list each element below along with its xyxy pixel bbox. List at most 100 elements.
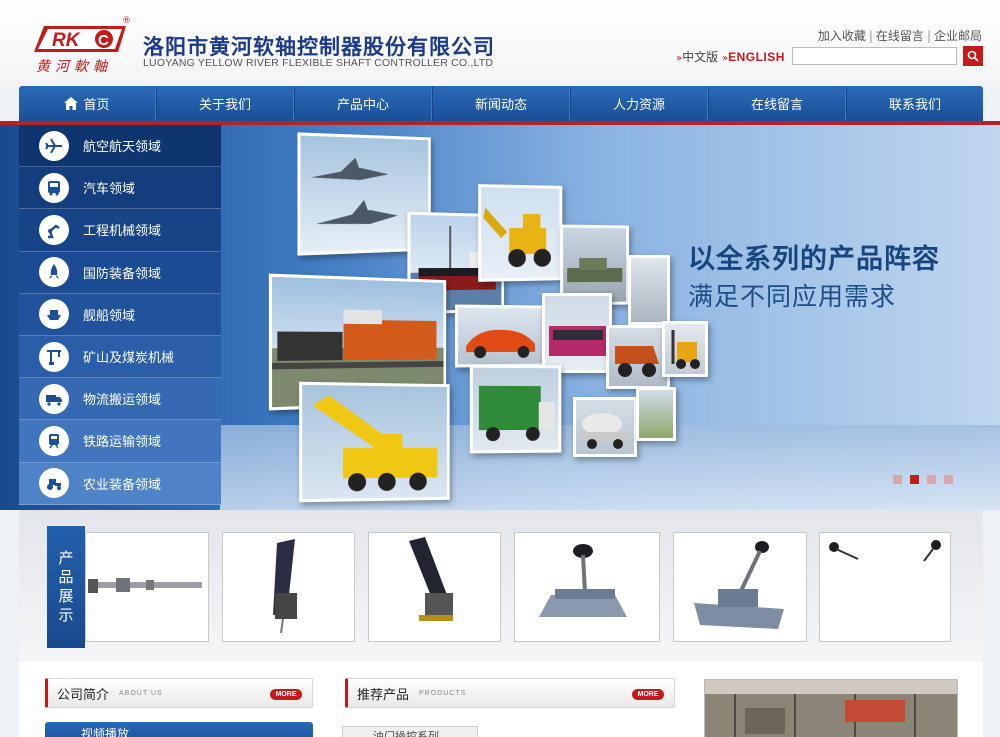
product-image bbox=[273, 539, 297, 634]
product-card-shaft[interactable] bbox=[85, 532, 209, 642]
product-card-gear-lever[interactable] bbox=[514, 532, 660, 642]
truck-icon bbox=[39, 383, 69, 414]
sidebar-item-railway[interactable]: 铁路运输领域 bbox=[19, 420, 221, 463]
product-card-pedal[interactable] bbox=[222, 532, 355, 642]
sidebar-item-aerospace[interactable]: 航空航天领域 bbox=[19, 125, 221, 168]
about-subtitle: ABOUT US bbox=[119, 689, 163, 697]
slide-dot[interactable] bbox=[927, 475, 936, 484]
search-input[interactable] bbox=[792, 47, 957, 65]
military-vehicle-photo bbox=[628, 255, 670, 325]
truck-photo bbox=[469, 364, 562, 454]
search-icon bbox=[967, 50, 979, 62]
tab-char: 品 bbox=[58, 568, 74, 586]
sidebar-item-label: 矿山及煤炭机械 bbox=[83, 351, 175, 367]
online-message-link[interactable]: 在线留言 bbox=[876, 29, 924, 43]
rocket-icon bbox=[39, 257, 69, 288]
nav-message[interactable]: 在线留言 bbox=[708, 86, 846, 121]
sidebar-item-label: 工程机械领域 bbox=[83, 224, 162, 240]
ship-icon bbox=[39, 299, 69, 330]
banner-slogan-line1: 以全系列的产品阵容 bbox=[688, 244, 940, 275]
site-header: RK C 黄河軟軸 ® 洛阳市黄河软轴控制器股份有限公司 LUOYANG YEL… bbox=[0, 0, 1000, 86]
search-button[interactable] bbox=[963, 46, 983, 66]
sidebar-item-label: 汽车领域 bbox=[83, 182, 136, 198]
slide-dot[interactable] bbox=[944, 475, 953, 484]
sidebar-item-mining[interactable]: 矿山及煤炭机械 bbox=[19, 335, 221, 379]
sidebar-item-ships[interactable]: 舰船领域 bbox=[19, 293, 221, 336]
about-title: 公司简介 bbox=[57, 687, 110, 703]
language-switch: »中文版 »ENGLISH bbox=[676, 50, 785, 64]
tab-char: 示 bbox=[58, 606, 74, 624]
sidebar-item-engineering[interactable]: 工程机械领域 bbox=[19, 209, 221, 252]
sidebar-item-label: 农业装备领域 bbox=[83, 477, 162, 493]
main-nav: 首页 关于我们 产品中心 新闻动态 人力资源 在线留言 联系我们 bbox=[19, 86, 983, 121]
recommend-title: 推荐产品 bbox=[357, 687, 410, 703]
product-image bbox=[88, 578, 202, 593]
nav-label: 首页 bbox=[83, 98, 110, 113]
slide-dot[interactable] bbox=[893, 475, 902, 484]
tractor-icon bbox=[39, 468, 69, 499]
sidebar-item-label: 铁路运输领域 bbox=[83, 435, 162, 451]
nav-hr[interactable]: 人力资源 bbox=[570, 86, 708, 121]
top-links: 加入收藏 | 在线留言 | 企业邮局 bbox=[817, 29, 982, 43]
nav-news[interactable]: 新闻动态 bbox=[432, 86, 570, 121]
svg-text:RK: RK bbox=[52, 30, 81, 51]
nav-about[interactable]: 关于我们 bbox=[156, 86, 294, 121]
rk-logo-mark: RK C bbox=[34, 26, 126, 52]
sidebar-item-label: 物流搬运领域 bbox=[83, 393, 162, 409]
recommend-section-header: 推荐产品 PRODUCTS MORE bbox=[345, 678, 675, 708]
mixer-truck-photo bbox=[573, 397, 637, 457]
slide-indicators bbox=[893, 475, 953, 484]
svg-text:C: C bbox=[98, 32, 109, 49]
home-icon bbox=[64, 97, 79, 110]
nav-home[interactable]: 首页 bbox=[19, 86, 156, 121]
recommend-more-button[interactable]: MORE bbox=[632, 689, 664, 700]
bus-photo bbox=[542, 293, 612, 373]
slide-dot-active[interactable] bbox=[910, 475, 919, 484]
sidebar-item-automotive[interactable]: 汽车领域 bbox=[19, 167, 221, 210]
nav-contact[interactable]: 联系我们 bbox=[846, 86, 983, 121]
company-logo[interactable]: RK C 黄河軟軸 bbox=[30, 18, 134, 75]
product-image bbox=[829, 540, 941, 562]
lang-en-link[interactable]: ENGLISH bbox=[728, 50, 785, 64]
lang-cn-link[interactable]: 中文版 bbox=[682, 50, 718, 64]
sidebar-item-logistics[interactable]: 物流搬运领域 bbox=[19, 378, 221, 421]
train-icon bbox=[39, 425, 69, 456]
product-showcase: 产 品 展 示 bbox=[19, 510, 983, 662]
company-mail-link[interactable]: 企业邮局 bbox=[934, 29, 982, 43]
product-image bbox=[409, 537, 453, 621]
recommend-subtitle: PRODUCTS bbox=[419, 689, 467, 697]
sidebar-item-label: 航空航天领域 bbox=[83, 140, 162, 156]
product-image bbox=[694, 541, 784, 629]
add-favorite-link[interactable]: 加入收藏 bbox=[818, 29, 866, 43]
video-section-header: 视频播放 bbox=[45, 722, 313, 737]
banner-slogan-line2: 满足不同应用需求 bbox=[688, 282, 897, 311]
factory-photo[interactable] bbox=[704, 679, 958, 737]
product-card-cable-ends[interactable] bbox=[819, 532, 951, 642]
product-card-throttle-lever[interactable] bbox=[673, 532, 807, 642]
forklift-photo bbox=[662, 321, 708, 377]
airplane-icon bbox=[39, 130, 69, 161]
nav-products[interactable]: 产品中心 bbox=[294, 86, 432, 121]
logo-subtitle: 黄河軟軸 bbox=[36, 59, 112, 75]
tab-char: 产 bbox=[58, 549, 74, 567]
crane-photo bbox=[299, 381, 450, 503]
product-series-tab[interactable]: 油门操控系列 bbox=[342, 726, 478, 737]
about-section-header: 公司简介 ABOUT US MORE bbox=[45, 678, 313, 708]
product-card-pedal-2[interactable] bbox=[368, 532, 501, 642]
product-image bbox=[539, 544, 627, 617]
dump-truck-photo bbox=[606, 325, 670, 389]
bus-icon bbox=[39, 172, 69, 203]
industry-sidebar: 航空航天领域 汽车领域 工程机械领域 国防装备领域 舰船领域 矿山及煤炭机械 物… bbox=[19, 125, 221, 510]
company-name-en: LUOYANG YELLOW RIVER FLEXIBLE SHAFT CONT… bbox=[143, 57, 494, 69]
loader-photo bbox=[478, 184, 563, 282]
sidebar-item-agriculture[interactable]: 农业装备领域 bbox=[19, 462, 221, 505]
sidebar-item-defense[interactable]: 国防装备领域 bbox=[19, 251, 221, 294]
robot-arm-icon bbox=[39, 214, 69, 245]
sidebar-item-label: 国防装备领域 bbox=[83, 266, 162, 282]
about-more-button[interactable]: MORE bbox=[270, 689, 302, 700]
product-showcase-tab: 产 品 展 示 bbox=[47, 526, 85, 648]
tab-char: 展 bbox=[58, 587, 74, 605]
sidebar-item-label: 舰船领域 bbox=[83, 308, 136, 324]
video-title: 视频播放 bbox=[81, 727, 130, 737]
sports-car-photo bbox=[454, 304, 546, 368]
